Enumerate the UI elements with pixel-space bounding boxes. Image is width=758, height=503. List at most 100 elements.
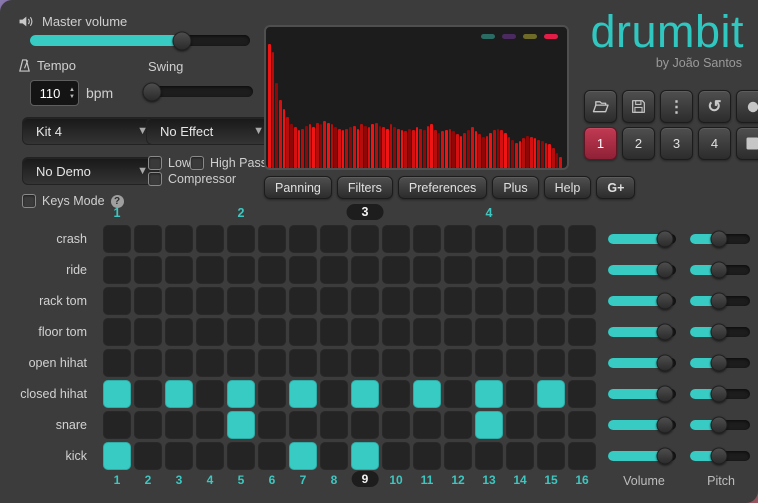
cell-ride-12[interactable] bbox=[444, 256, 472, 284]
record-button[interactable] bbox=[736, 90, 758, 123]
help-button[interactable]: Help bbox=[544, 176, 592, 199]
cell-crash-2[interactable] bbox=[134, 225, 162, 253]
cell-kick-14[interactable] bbox=[506, 442, 534, 470]
panning-button[interactable]: Panning bbox=[264, 176, 332, 199]
cell-ride-6[interactable] bbox=[258, 256, 286, 284]
cell-rack-tom-8[interactable] bbox=[320, 287, 348, 315]
cell-snare-13[interactable] bbox=[475, 411, 503, 439]
cell-rack-tom-11[interactable] bbox=[413, 287, 441, 315]
cell-closed-hihat-1[interactable] bbox=[103, 380, 131, 408]
cell-snare-6[interactable] bbox=[258, 411, 286, 439]
undo-button[interactable]: ↺ bbox=[698, 90, 731, 123]
pitch-slider-kick[interactable] bbox=[690, 451, 750, 461]
master-volume-slider[interactable] bbox=[30, 35, 250, 46]
cell-closed-hihat-2[interactable] bbox=[134, 380, 162, 408]
effect-dropdown[interactable]: No Effect ▼ bbox=[146, 117, 275, 145]
cell-rack-tom-13[interactable] bbox=[475, 287, 503, 315]
slider-thumb[interactable] bbox=[657, 262, 674, 279]
cell-kick-9[interactable] bbox=[351, 442, 379, 470]
cell-kick-16[interactable] bbox=[568, 442, 596, 470]
cell-crash-7[interactable] bbox=[289, 225, 317, 253]
cell-closed-hihat-10[interactable] bbox=[382, 380, 410, 408]
slider-thumb[interactable] bbox=[657, 355, 674, 372]
cell-floor-tom-12[interactable] bbox=[444, 318, 472, 346]
cell-open-hihat-11[interactable] bbox=[413, 349, 441, 377]
cell-open-hihat-13[interactable] bbox=[475, 349, 503, 377]
cell-crash-5[interactable] bbox=[227, 225, 255, 253]
cell-rack-tom-12[interactable] bbox=[444, 287, 472, 315]
cell-kick-11[interactable] bbox=[413, 442, 441, 470]
cell-crash-13[interactable] bbox=[475, 225, 503, 253]
slider-thumb[interactable] bbox=[710, 293, 727, 310]
cell-crash-9[interactable] bbox=[351, 225, 379, 253]
cell-kick-6[interactable] bbox=[258, 442, 286, 470]
cell-crash-1[interactable] bbox=[103, 225, 131, 253]
pattern-1-button[interactable]: 1 bbox=[584, 127, 617, 160]
volume-slider-open-hihat[interactable] bbox=[608, 358, 676, 368]
cell-closed-hihat-12[interactable] bbox=[444, 380, 472, 408]
cell-floor-tom-7[interactable] bbox=[289, 318, 317, 346]
cell-ride-9[interactable] bbox=[351, 256, 379, 284]
cell-kick-2[interactable] bbox=[134, 442, 162, 470]
cell-snare-3[interactable] bbox=[165, 411, 193, 439]
pitch-slider-rack-tom[interactable] bbox=[690, 296, 750, 306]
cell-floor-tom-13[interactable] bbox=[475, 318, 503, 346]
cell-rack-tom-7[interactable] bbox=[289, 287, 317, 315]
cell-floor-tom-6[interactable] bbox=[258, 318, 286, 346]
cell-rack-tom-5[interactable] bbox=[227, 287, 255, 315]
cell-snare-2[interactable] bbox=[134, 411, 162, 439]
cell-kick-1[interactable] bbox=[103, 442, 131, 470]
slider-thumb[interactable] bbox=[710, 262, 727, 279]
cell-snare-8[interactable] bbox=[320, 411, 348, 439]
preferences-button[interactable]: Preferences bbox=[398, 176, 487, 199]
cell-snare-1[interactable] bbox=[103, 411, 131, 439]
cell-floor-tom-14[interactable] bbox=[506, 318, 534, 346]
slider-thumb[interactable] bbox=[657, 386, 674, 403]
volume-slider-floor-tom[interactable] bbox=[608, 327, 676, 337]
folder-open-button[interactable] bbox=[584, 90, 617, 123]
cell-crash-3[interactable] bbox=[165, 225, 193, 253]
low-checkbox[interactable] bbox=[148, 156, 162, 170]
cell-open-hihat-5[interactable] bbox=[227, 349, 255, 377]
cell-rack-tom-3[interactable] bbox=[165, 287, 193, 315]
cell-ride-4[interactable] bbox=[196, 256, 224, 284]
cell-closed-hihat-14[interactable] bbox=[506, 380, 534, 408]
cell-closed-hihat-8[interactable] bbox=[320, 380, 348, 408]
cell-kick-15[interactable] bbox=[537, 442, 565, 470]
cell-ride-2[interactable] bbox=[134, 256, 162, 284]
slider-thumb[interactable] bbox=[710, 231, 727, 248]
cell-ride-16[interactable] bbox=[568, 256, 596, 284]
more-options-button[interactable]: ⋮ bbox=[660, 90, 693, 123]
cell-snare-7[interactable] bbox=[289, 411, 317, 439]
stop-button[interactable] bbox=[736, 127, 758, 160]
cell-open-hihat-7[interactable] bbox=[289, 349, 317, 377]
cell-rack-tom-6[interactable] bbox=[258, 287, 286, 315]
cell-floor-tom-4[interactable] bbox=[196, 318, 224, 346]
cell-ride-1[interactable] bbox=[103, 256, 131, 284]
volume-slider-snare[interactable] bbox=[608, 420, 676, 430]
cell-crash-11[interactable] bbox=[413, 225, 441, 253]
cell-crash-8[interactable] bbox=[320, 225, 348, 253]
cell-floor-tom-15[interactable] bbox=[537, 318, 565, 346]
cell-floor-tom-3[interactable] bbox=[165, 318, 193, 346]
slider-thumb[interactable] bbox=[657, 293, 674, 310]
pitch-slider-crash[interactable] bbox=[690, 234, 750, 244]
cell-kick-4[interactable] bbox=[196, 442, 224, 470]
pitch-slider-snare[interactable] bbox=[690, 420, 750, 430]
swing-slider[interactable] bbox=[148, 86, 253, 97]
volume-slider-closed-hihat[interactable] bbox=[608, 389, 676, 399]
slider-thumb[interactable] bbox=[710, 417, 727, 434]
cell-kick-5[interactable] bbox=[227, 442, 255, 470]
kit-dropdown[interactable]: Kit 4 ▼ bbox=[22, 117, 159, 145]
cell-open-hihat-6[interactable] bbox=[258, 349, 286, 377]
volume-slider-crash[interactable] bbox=[608, 234, 676, 244]
cell-closed-hihat-11[interactable] bbox=[413, 380, 441, 408]
cell-rack-tom-1[interactable] bbox=[103, 287, 131, 315]
cell-kick-7[interactable] bbox=[289, 442, 317, 470]
cell-open-hihat-16[interactable] bbox=[568, 349, 596, 377]
cell-open-hihat-15[interactable] bbox=[537, 349, 565, 377]
cell-floor-tom-2[interactable] bbox=[134, 318, 162, 346]
pattern-4-button[interactable]: 4 bbox=[698, 127, 731, 160]
cell-open-hihat-2[interactable] bbox=[134, 349, 162, 377]
cell-crash-6[interactable] bbox=[258, 225, 286, 253]
